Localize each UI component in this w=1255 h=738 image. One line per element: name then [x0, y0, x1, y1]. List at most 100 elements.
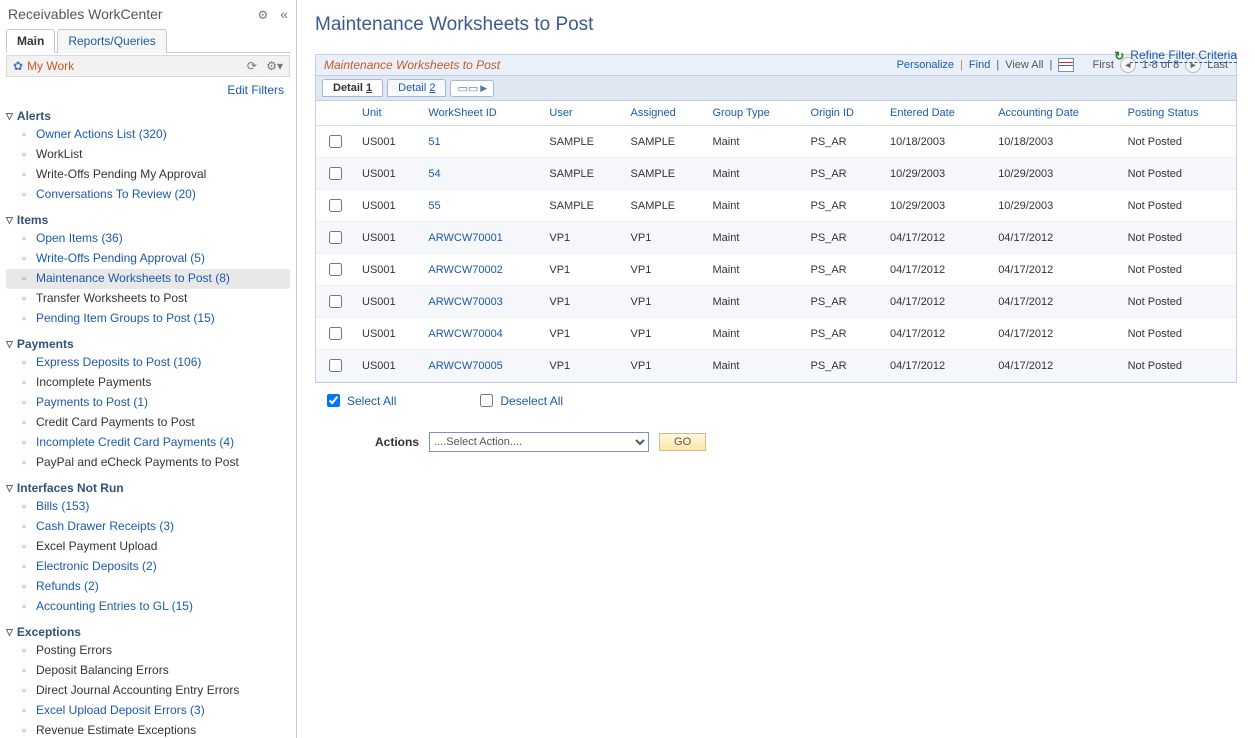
- tab-main[interactable]: Main: [6, 29, 55, 53]
- page-icon: ▫: [18, 312, 30, 327]
- collapse-icon[interactable]: «: [280, 6, 288, 22]
- column-header[interactable]: Unit: [354, 101, 420, 126]
- sidebar-item[interactable]: ▫ Conversations To Review (20): [6, 185, 290, 205]
- column-header[interactable]: Group Type: [704, 101, 802, 126]
- select-all-link[interactable]: Select All: [323, 391, 396, 410]
- column-header[interactable]: Entered Date: [882, 101, 990, 126]
- gear-icon[interactable]: ✿: [13, 59, 23, 73]
- row-checkbox[interactable]: [329, 135, 342, 148]
- refresh-icon[interactable]: ⟳: [247, 59, 257, 73]
- column-header[interactable]: Assigned: [623, 101, 705, 126]
- row-checkbox[interactable]: [329, 359, 342, 372]
- chevron-down-icon: ▽: [6, 215, 13, 226]
- edit-filters-link[interactable]: Edit Filters: [227, 83, 284, 97]
- tab-reports-queries[interactable]: Reports/Queries: [57, 29, 166, 53]
- download-icon[interactable]: [1058, 58, 1074, 72]
- sidebar-item-label[interactable]: Owner Actions List (320): [36, 127, 167, 142]
- page-icon: ▫: [18, 188, 30, 203]
- sidebar-item[interactable]: ▫Accounting Entries to GL (15): [6, 597, 290, 617]
- page-icon: ▫: [18, 128, 30, 143]
- personalize-link[interactable]: Personalize: [897, 59, 954, 71]
- gear-dropdown-icon[interactable]: ⚙▾: [266, 59, 283, 73]
- sidebar-item-label[interactable]: Accounting Entries to GL (15): [36, 599, 193, 614]
- cell: VP1: [623, 254, 705, 286]
- mywork-label[interactable]: My Work: [27, 59, 74, 73]
- sidebar-item-label[interactable]: Pending Item Groups to Post (15): [36, 311, 215, 326]
- select-all-checkbox[interactable]: [327, 394, 340, 407]
- section-payments[interactable]: ▽Payments: [6, 337, 290, 351]
- deselect-all-checkbox[interactable]: [480, 394, 493, 407]
- sidebar-item-label[interactable]: Maintenance Worksheets to Post (8): [36, 271, 230, 286]
- page-icon: ▫: [18, 580, 30, 595]
- worksheet-link[interactable]: 51: [428, 136, 440, 148]
- cell: Maint: [704, 158, 802, 190]
- sidebar-item-label[interactable]: Write-Offs Pending Approval (5): [36, 251, 205, 266]
- detail-tab[interactable]: Detail 1: [322, 79, 383, 97]
- column-header[interactable]: Origin ID: [803, 101, 882, 126]
- sidebar-item-label[interactable]: Express Deposits to Post (106): [36, 355, 201, 370]
- worksheet-link[interactable]: 55: [428, 200, 440, 212]
- sidebar-item[interactable]: ▫Express Deposits to Post (106): [6, 353, 290, 373]
- cell: 04/17/2012: [882, 350, 990, 382]
- actions-select[interactable]: ....Select Action....: [429, 432, 649, 452]
- sidebar-item[interactable]: ▫Write-Offs Pending Approval (5): [6, 249, 290, 269]
- column-header[interactable]: WorkSheet ID: [420, 101, 541, 126]
- column-header[interactable]: Accounting Date: [990, 101, 1119, 126]
- sidebar-item[interactable]: ▫ Owner Actions List (320): [6, 125, 290, 145]
- page-icon: ▫: [18, 560, 30, 575]
- sidebar-item[interactable]: ▫Cash Drawer Receipts (3): [6, 517, 290, 537]
- row-checkbox[interactable]: [329, 231, 342, 244]
- sidebar-item[interactable]: ▫Payments to Post (1): [6, 393, 290, 413]
- sidebar-item-label[interactable]: Incomplete Credit Card Payments (4): [36, 435, 234, 450]
- sidebar-item-label[interactable]: Electronic Deposits (2): [36, 559, 157, 574]
- workcenter-tabs: MainReports/Queries: [6, 28, 290, 53]
- sidebar-item-label[interactable]: Refunds (2): [36, 579, 99, 594]
- show-all-columns-icon[interactable]: ▭▭▶: [450, 80, 494, 97]
- sidebar-item[interactable]: ▫ Refunds (2): [6, 577, 290, 597]
- worksheet-link[interactable]: 54: [428, 168, 440, 180]
- row-checkbox[interactable]: [329, 327, 342, 340]
- sidebar-item-label[interactable]: Payments to Post (1): [36, 395, 148, 410]
- gear-icon[interactable]: ⚙: [258, 8, 269, 22]
- worksheet-link[interactable]: ARWCW70002: [428, 264, 502, 276]
- section-items[interactable]: ▽Items: [6, 213, 290, 227]
- find-link[interactable]: Find: [969, 59, 990, 71]
- go-button[interactable]: GO: [659, 433, 706, 451]
- sidebar-item-label[interactable]: Open Items (36): [36, 231, 123, 246]
- worksheet-link[interactable]: ARWCW70005: [428, 360, 502, 372]
- sidebar-item[interactable]: ▫ Incomplete Credit Card Payments (4): [6, 433, 290, 453]
- column-header[interactable]: Posting Status: [1120, 101, 1236, 126]
- sidebar-item[interactable]: ▫Maintenance Worksheets to Post (8): [6, 269, 290, 289]
- cell: SAMPLE: [541, 190, 622, 222]
- section-alerts[interactable]: ▽Alerts: [6, 109, 290, 123]
- sidebar-item[interactable]: ▫ Pending Item Groups to Post (15): [6, 309, 290, 329]
- column-header[interactable]: User: [541, 101, 622, 126]
- sidebar-item-label[interactable]: Conversations To Review (20): [36, 187, 196, 202]
- section-exceptions[interactable]: ▽Exceptions: [6, 625, 290, 639]
- page-icon: ▫: [18, 436, 30, 451]
- deselect-all-link[interactable]: Deselect All: [476, 391, 563, 410]
- main-content: Maintenance Worksheets to Post ↻ Refine …: [297, 0, 1255, 738]
- section-interfaces-not-run[interactable]: ▽Interfaces Not Run: [6, 481, 290, 495]
- refresh-icon[interactable]: ↻: [1114, 49, 1124, 63]
- row-checkbox[interactable]: [329, 295, 342, 308]
- first-link[interactable]: First: [1093, 59, 1114, 71]
- sidebar-item[interactable]: ▫Bills (153): [6, 497, 290, 517]
- sidebar-item-label[interactable]: Cash Drawer Receipts (3): [36, 519, 174, 534]
- sidebar-item[interactable]: ▫Excel Upload Deposit Errors (3): [6, 701, 290, 721]
- worksheet-link[interactable]: ARWCW70004: [428, 328, 502, 340]
- sidebar-item-label[interactable]: Excel Upload Deposit Errors (3): [36, 703, 205, 718]
- worksheet-link[interactable]: ARWCW70003: [428, 296, 502, 308]
- sidebar-item: ▫Incomplete Payments: [6, 373, 290, 393]
- detail-tab[interactable]: Detail 2: [387, 79, 446, 97]
- sidebar-item[interactable]: ▫Open Items (36): [6, 229, 290, 249]
- refine-filter-link[interactable]: Refine Filter Criteria: [1130, 48, 1237, 63]
- sidebar-item-label[interactable]: Bills (153): [36, 499, 89, 514]
- row-checkbox[interactable]: [329, 199, 342, 212]
- sidebar-item[interactable]: ▫ Electronic Deposits (2): [6, 557, 290, 577]
- row-checkbox[interactable]: [329, 167, 342, 180]
- worksheet-link[interactable]: ARWCW70001: [428, 232, 502, 244]
- viewall-link[interactable]: View All: [1005, 59, 1043, 71]
- cell: 04/17/2012: [882, 286, 990, 318]
- row-checkbox[interactable]: [329, 263, 342, 276]
